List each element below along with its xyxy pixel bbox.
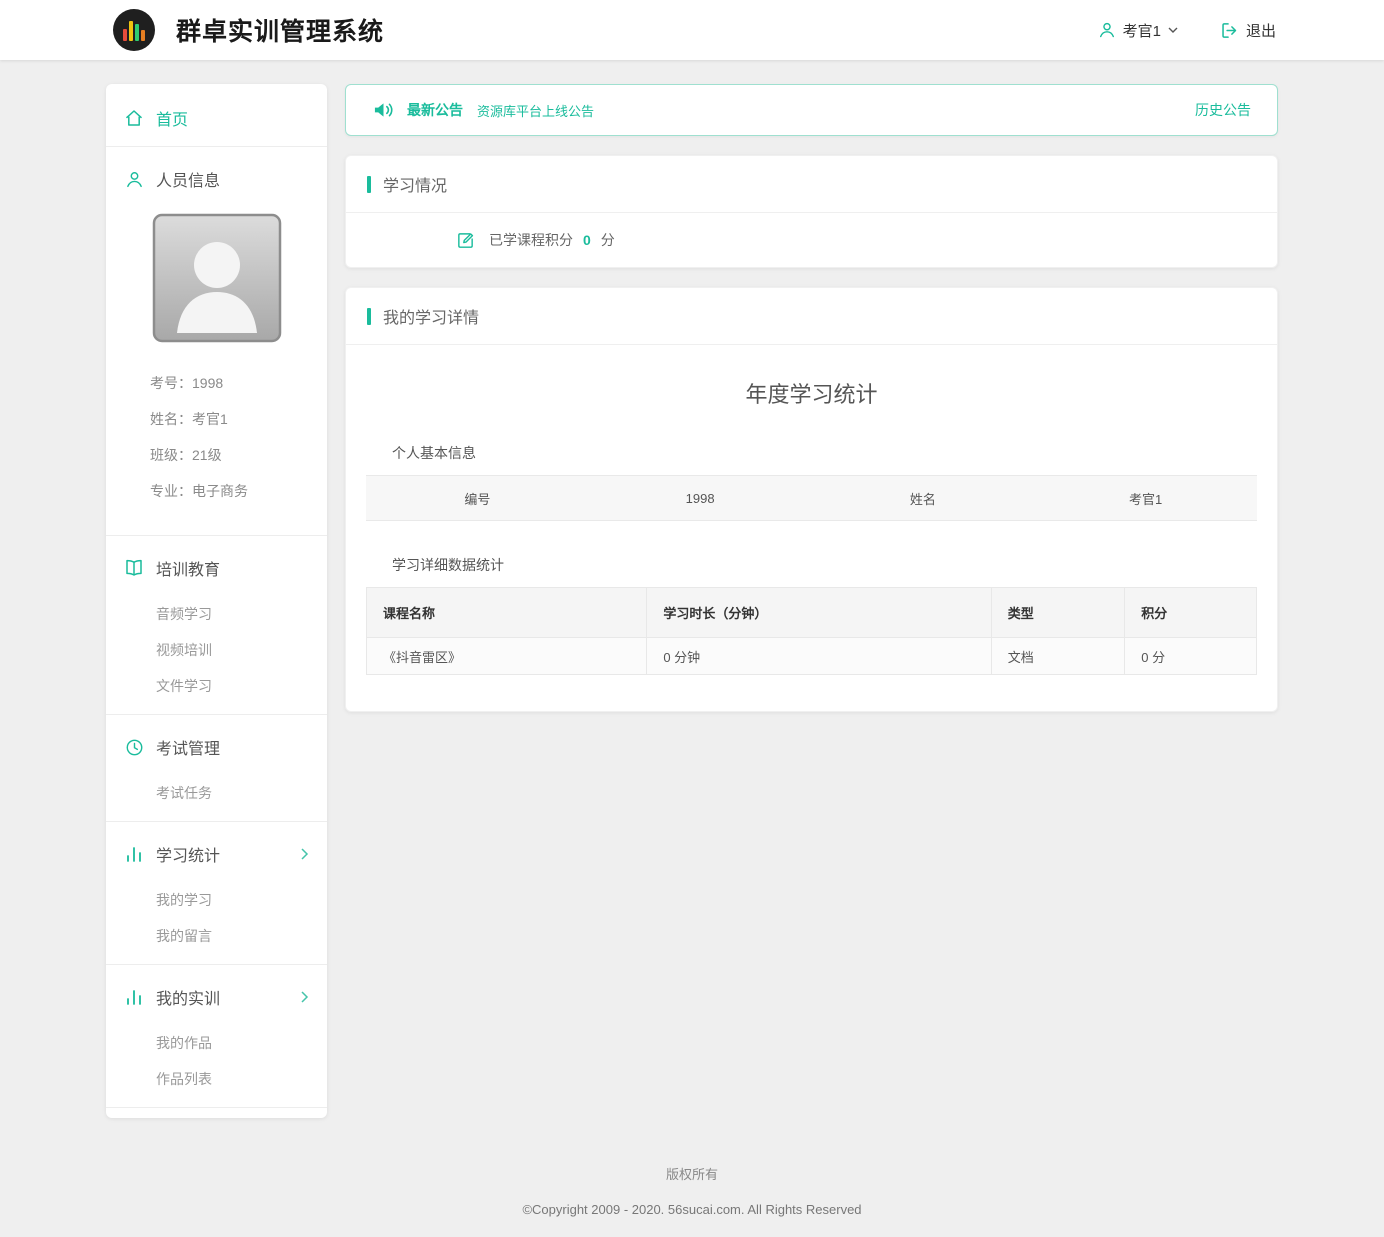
main-content: 最新公告 资源库平台上线公告 历史公告 学习情况 已学课程积分 0 分: [345, 84, 1278, 1118]
app-title: 群卓实训管理系统: [176, 12, 384, 48]
sidebar-item-exam-management[interactable]: 考试管理: [106, 719, 327, 775]
sidebar-item-personnel[interactable]: 人员信息: [106, 151, 327, 207]
chevron-down-icon: [1168, 27, 1178, 34]
column-header-credit: 积分: [1125, 588, 1257, 638]
announcement-bar: 最新公告 资源库平台上线公告 历史公告: [345, 84, 1278, 136]
copyright-line2: ©Copyright 2009 - 2020. 56sucai.com. All…: [0, 1202, 1384, 1217]
info-name-value: 考官1: [1034, 489, 1257, 508]
cell-course-name: 《抖音雷区》: [367, 638, 647, 675]
info-id-value: 1998: [589, 491, 812, 506]
sidebar-item-file-study[interactable]: 文件学习: [106, 668, 327, 704]
profile-info: 考号：1998 姓名：考官1 班级：21级 专业：电子商务: [106, 357, 327, 525]
sidebar-item-label: 人员信息: [156, 167, 220, 191]
basic-info-row: 编号 1998 姓名 考官1: [366, 475, 1257, 521]
sidebar-item-my-works[interactable]: 我的作品: [106, 1025, 327, 1061]
sidebar: 首页 人员信息: [106, 84, 327, 1118]
column-header-duration: 学习时长（分钟）: [647, 588, 991, 638]
avatar: [152, 213, 282, 343]
sidebar-item-works-list[interactable]: 作品列表: [106, 1061, 327, 1097]
study-detail-table: 课程名称 学习时长（分钟） 类型 积分 《抖音雷区》 0 分钟 文档 0 分: [366, 587, 1257, 675]
cell-duration: 0 分钟: [647, 638, 991, 675]
credit-value: 0: [583, 232, 591, 248]
latest-announcement-label: 最新公告: [407, 100, 463, 120]
username-label: 考官1: [1123, 20, 1161, 41]
credit-label: 已学课程积分: [489, 230, 573, 250]
column-header-type: 类型: [991, 588, 1125, 638]
profile-major: 专业：电子商务: [150, 473, 309, 509]
sidebar-item-label: 培训教育: [156, 556, 220, 580]
sidebar-item-label: 学习统计: [156, 842, 220, 866]
sidebar-item-label: 我的实训: [156, 985, 220, 1009]
sidebar-item-label: 考试管理: [156, 735, 220, 759]
bar-chart-icon: [124, 844, 144, 864]
book-icon: [124, 558, 144, 578]
table-header-row: 课程名称 学习时长（分钟） 类型 积分: [367, 588, 1257, 638]
sidebar-item-training[interactable]: 培训教育: [106, 540, 327, 596]
logout-icon: [1220, 21, 1239, 40]
study-detail-title: 我的学习详情: [383, 304, 479, 328]
person-icon: [124, 169, 144, 189]
sidebar-item-my-study[interactable]: 我的学习: [106, 882, 327, 918]
info-id-label: 编号: [366, 489, 589, 508]
credit-unit: 分: [601, 230, 615, 250]
cell-type: 文档: [991, 638, 1125, 675]
edit-icon: [456, 231, 475, 250]
logout-label: 退出: [1246, 20, 1276, 41]
sidebar-item-study-stats[interactable]: 学习统计: [106, 826, 327, 882]
study-detail-card: 我的学习详情 年度学习统计 个人基本信息 编号 1998 姓名 考官1 学习详细…: [345, 287, 1278, 712]
sidebar-item-my-practice[interactable]: 我的实训: [106, 969, 327, 1025]
table-row: 《抖音雷区》 0 分钟 文档 0 分: [367, 638, 1257, 675]
basic-info-label: 个人基本信息: [392, 443, 1257, 463]
bar-chart-icon: [124, 987, 144, 1007]
info-name-label: 姓名: [812, 489, 1035, 508]
history-announcements-link[interactable]: 历史公告: [1195, 100, 1251, 120]
sidebar-item-exam-task[interactable]: 考试任务: [106, 775, 327, 811]
annual-stats-title: 年度学习统计: [366, 377, 1257, 409]
user-menu[interactable]: 考官1: [1098, 20, 1178, 41]
study-status-title: 学习情况: [383, 172, 447, 196]
user-icon: [1098, 21, 1116, 39]
title-marker: [367, 308, 371, 325]
logout-button[interactable]: 退出: [1220, 20, 1276, 41]
speaker-icon: [372, 100, 395, 120]
profile-exam-no: 考号：1998: [150, 365, 309, 401]
title-marker: [367, 176, 371, 193]
sidebar-item-label: 首页: [156, 106, 188, 130]
home-icon: [124, 108, 144, 128]
profile-name: 姓名：考官1: [150, 401, 309, 437]
study-status-card: 学习情况 已学课程积分 0 分: [345, 155, 1278, 268]
page-footer: 版权所有 ©Copyright 2009 - 2020. 56sucai.com…: [0, 1118, 1384, 1237]
sidebar-item-audio-study[interactable]: 音频学习: [106, 596, 327, 632]
sidebar-item-my-messages[interactable]: 我的留言: [106, 918, 327, 954]
column-header-course: 课程名称: [367, 588, 647, 638]
cell-credit: 0 分: [1125, 638, 1257, 675]
copyright-line1: 版权所有: [0, 1164, 1384, 1183]
clock-icon: [124, 737, 144, 757]
profile-class: 班级：21级: [150, 437, 309, 473]
chevron-right-icon: [301, 848, 309, 860]
sidebar-item-home[interactable]: 首页: [106, 90, 327, 146]
app-logo-icon: [112, 8, 156, 52]
chevron-right-icon: [301, 991, 309, 1003]
detail-stats-label: 学习详细数据统计: [392, 555, 1257, 575]
announcement-link[interactable]: 资源库平台上线公告: [477, 101, 594, 120]
sidebar-item-video-training[interactable]: 视频培训: [106, 632, 327, 668]
app-header: 群卓实训管理系统 考官1 退出: [0, 0, 1384, 60]
